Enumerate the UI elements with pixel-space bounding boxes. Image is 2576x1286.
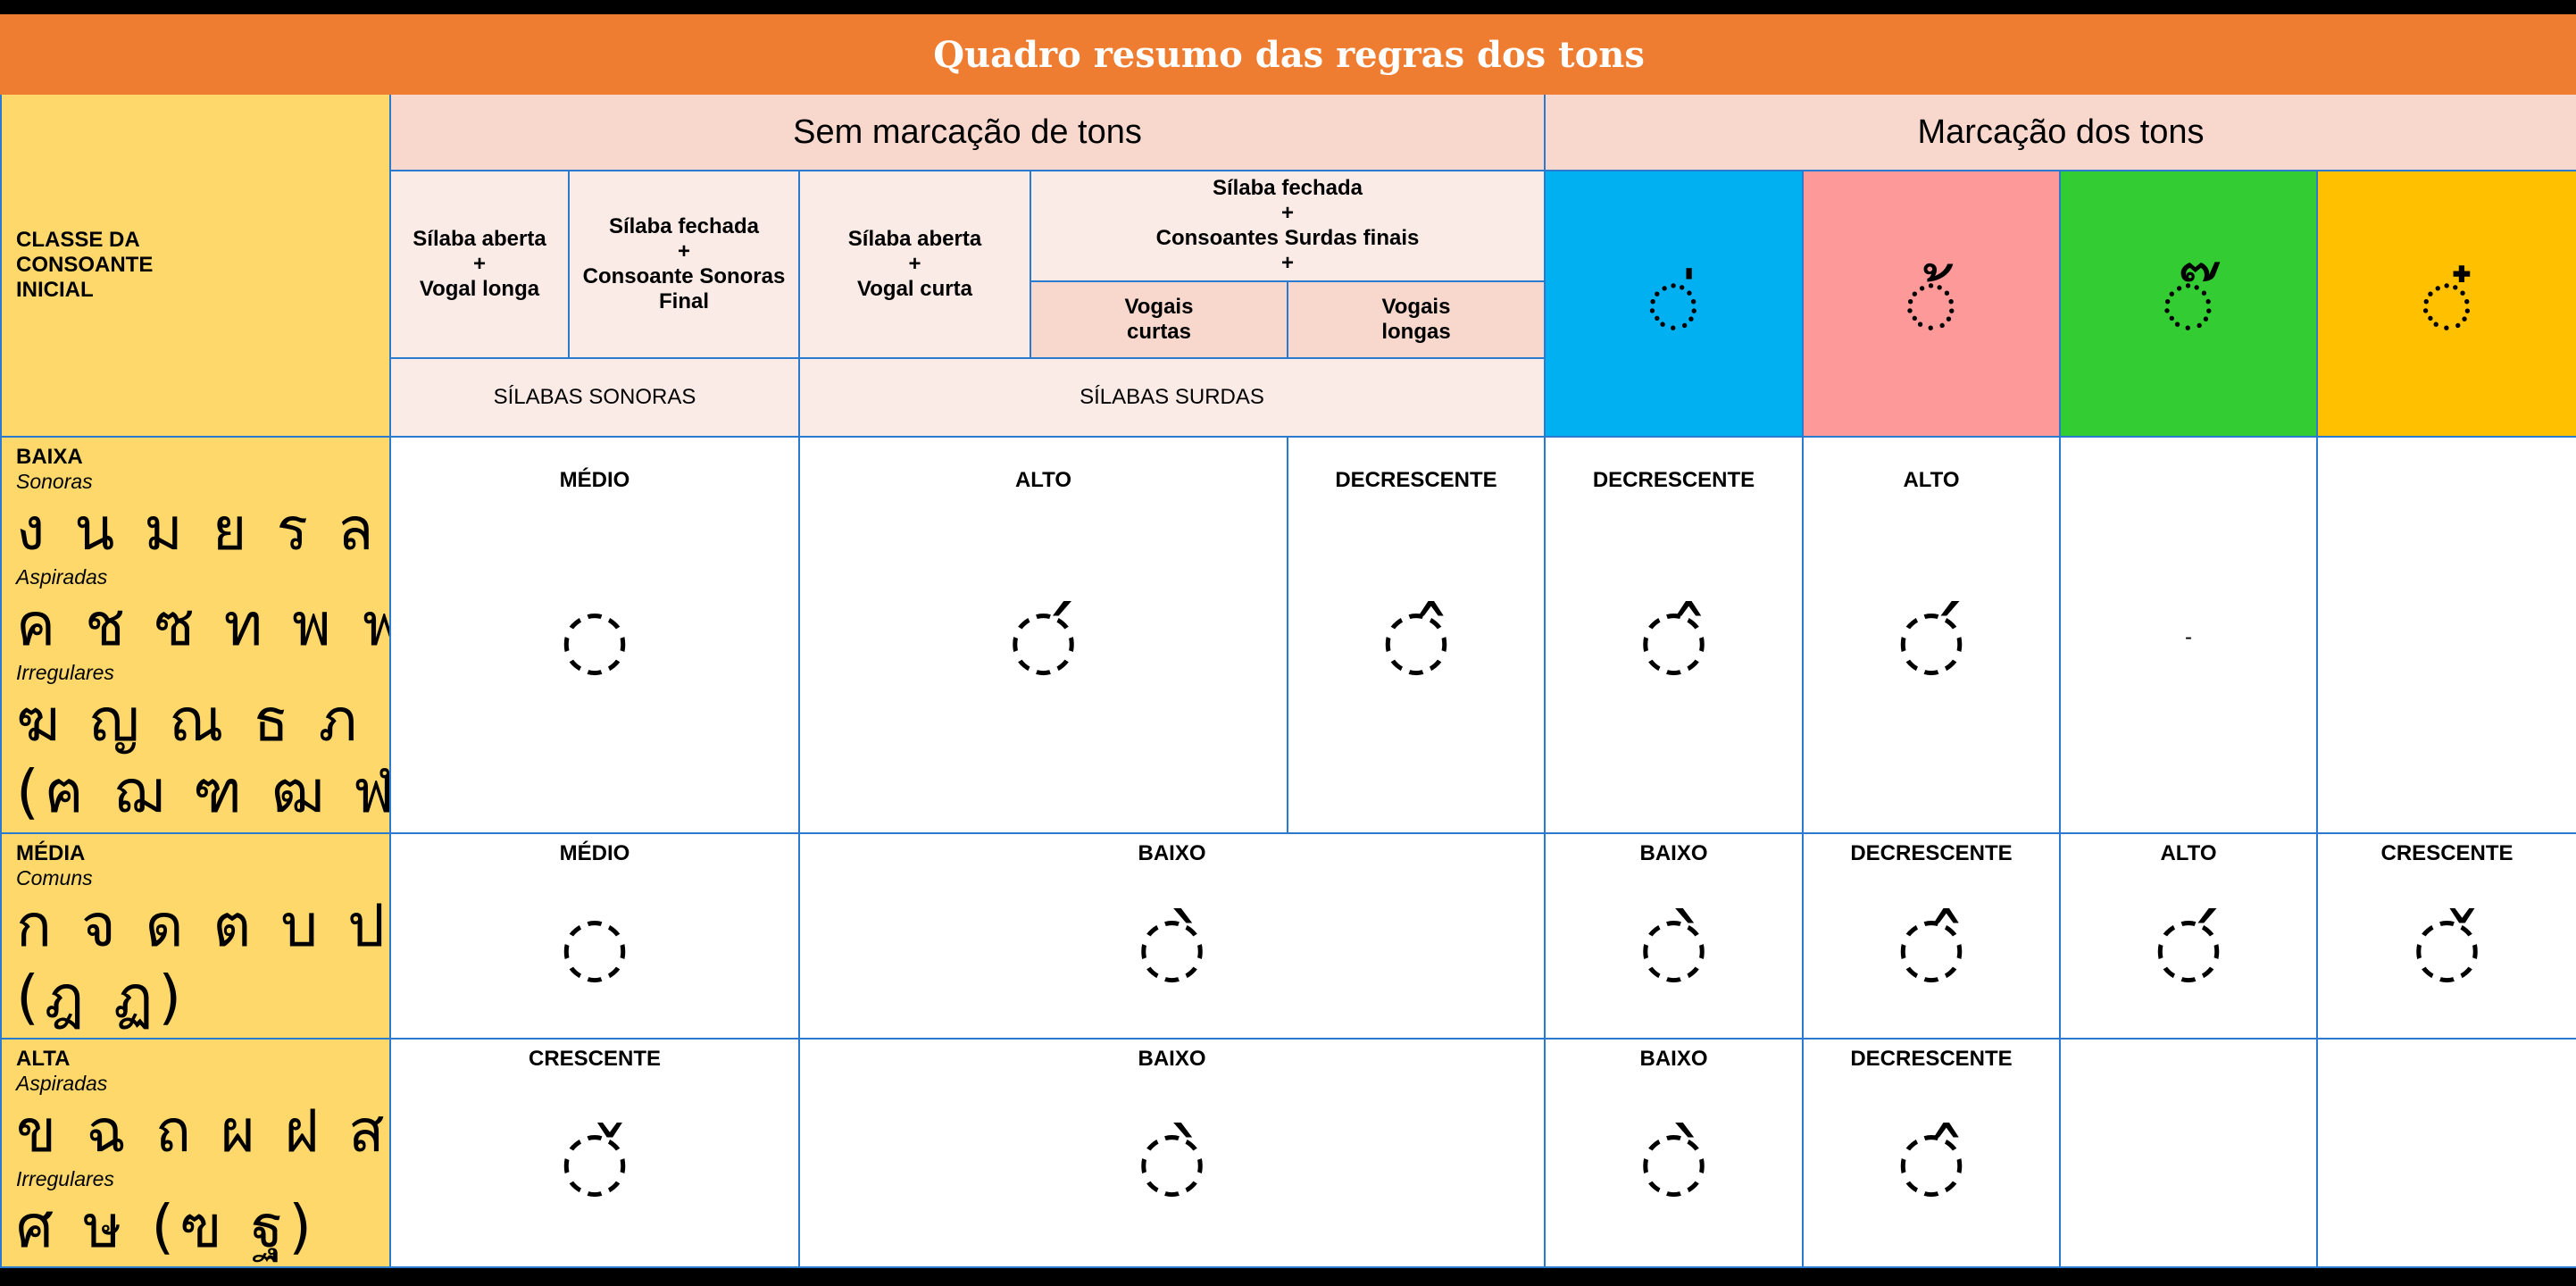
baixa-mai-tri-tone: - — [2059, 436, 2318, 834]
class-header: CLASSE DA CONSOANTE INICIAL — [0, 93, 391, 438]
class-alta: ALTA Aspiradas ข ฉ ถ ผ ฝ ส ห Irregulares… — [0, 1038, 391, 1268]
stop-syllables-label: SÍLABAS SURDAS — [798, 357, 1546, 438]
tone-glyph-icon: ◌ — [559, 591, 630, 685]
open-short-header: Sílaba aberta + Vogal curta — [798, 170, 1031, 359]
baixa-mai-chattawa-tone — [2315, 436, 2576, 834]
marked-header: Marcação dos tons — [1543, 93, 2576, 171]
baixa-mai-tho-tone: ALTO ◌́ — [1802, 436, 2061, 834]
closed-sonorant-header: Sílaba fechada + Consoante Sonoras Final — [568, 170, 800, 359]
alta-sonoras-tone: CRESCENTE ◌̌ — [389, 1038, 800, 1268]
alta-surdas-tone: BAIXO ◌̀ — [798, 1038, 1546, 1268]
baixa-mai-ek-tone: DECRESCENTE ◌̂ — [1544, 436, 1804, 834]
alta-mai-chattawa-tone — [2315, 1038, 2576, 1268]
tone-glyph-icon: ◌́ — [1896, 591, 1967, 685]
tone-glyph-icon: ◌̌ — [2412, 898, 2482, 992]
baixa-sonoras-tone: MÉDIO ◌ — [389, 436, 800, 834]
mai-ek-icon: ◌่ — [1648, 256, 1699, 350]
tone-glyph-icon: ◌̂ — [1896, 1113, 1967, 1207]
mai-chattawa-icon: ◌๋ — [2422, 256, 2472, 350]
tone-glyph-icon: ◌̂ — [1380, 591, 1452, 685]
baixa-surdas-short-tone: ALTO ◌́ — [798, 436, 1288, 834]
tone-glyph-icon: ◌̌ — [559, 1113, 630, 1207]
mai-tho-mark: ◌้ — [1802, 170, 2061, 438]
closed-stop-header: Sílaba fechada + Consoantes Surdas finais + — [1030, 170, 1546, 282]
tone-glyph-icon: ◌̀ — [1638, 1113, 1709, 1207]
media-mai-tri-tone: ALTO ◌́ — [2059, 832, 2318, 1040]
alta-mai-tho-tone: DECRESCENTE ◌̂ — [1802, 1038, 2061, 1268]
media-surdas-tone: BAIXO ◌̀ — [798, 832, 1546, 1040]
mai-chattawa-mark: ◌๋ — [2315, 170, 2576, 438]
tone-glyph-icon: ◌́ — [2153, 898, 2224, 992]
tone-glyph-icon: ◌̀ — [1137, 1113, 1207, 1207]
tone-rules-table: Quadro resumo das regras dos tons CLASSE… — [0, 14, 2576, 1268]
mai-tho-icon: ◌้ — [1906, 256, 1956, 350]
long-vowels-header: Vogais longas — [1287, 280, 1546, 359]
mai-ek-mark: ◌่ — [1544, 170, 1804, 438]
media-sonoras-tone: MÉDIO ◌ — [389, 832, 800, 1040]
media-mai-ek-tone: BAIXO ◌̀ — [1544, 832, 1804, 1040]
tone-glyph-icon: ◌̀ — [1638, 898, 1709, 992]
media-mai-tho-tone: DECRESCENTE ◌̂ — [1802, 832, 2061, 1040]
tone-glyph-icon: ◌̂ — [1638, 591, 1709, 685]
alta-mai-ek-tone: BAIXO ◌̀ — [1544, 1038, 1804, 1268]
open-long-header: Sílaba aberta + Vogal longa — [389, 170, 570, 359]
tone-glyph-icon: ◌ — [559, 898, 630, 992]
alta-mai-tri-tone — [2059, 1038, 2318, 1268]
unmarked-header: Sem marcação de tons — [389, 93, 1546, 171]
class-media: MÉDIA Comuns ก จ ด ต บ ป อ (ฎ ฏ) — [0, 832, 391, 1040]
sheet-title: Quadro resumo das regras dos tons — [0, 14, 2576, 95]
mai-tri-icon: ◌๊ — [2163, 256, 2213, 350]
mai-tri-mark: ◌๊ — [2059, 170, 2318, 438]
sonorant-syllables-label: SÍLABAS SONORAS — [389, 357, 800, 438]
short-vowels-header: Vogais curtas — [1030, 280, 1288, 359]
tone-rules-sheet: Quadro resumo das regras dos tons CLASSE… — [0, 14, 2576, 1286]
tone-glyph-icon: ◌́ — [1008, 591, 1079, 685]
class-baixa: BAIXA Sonoras ง น ม ย ร ล ว Aspiradas ค … — [0, 436, 391, 834]
tone-glyph-icon: ◌̂ — [1896, 898, 1967, 992]
tone-glyph-icon: ◌̀ — [1137, 898, 1207, 992]
baixa-surdas-long-tone: DECRESCENTE ◌̂ — [1287, 436, 1546, 834]
media-mai-chattawa-tone: CRESCENTE ◌̌ — [2315, 832, 2576, 1040]
